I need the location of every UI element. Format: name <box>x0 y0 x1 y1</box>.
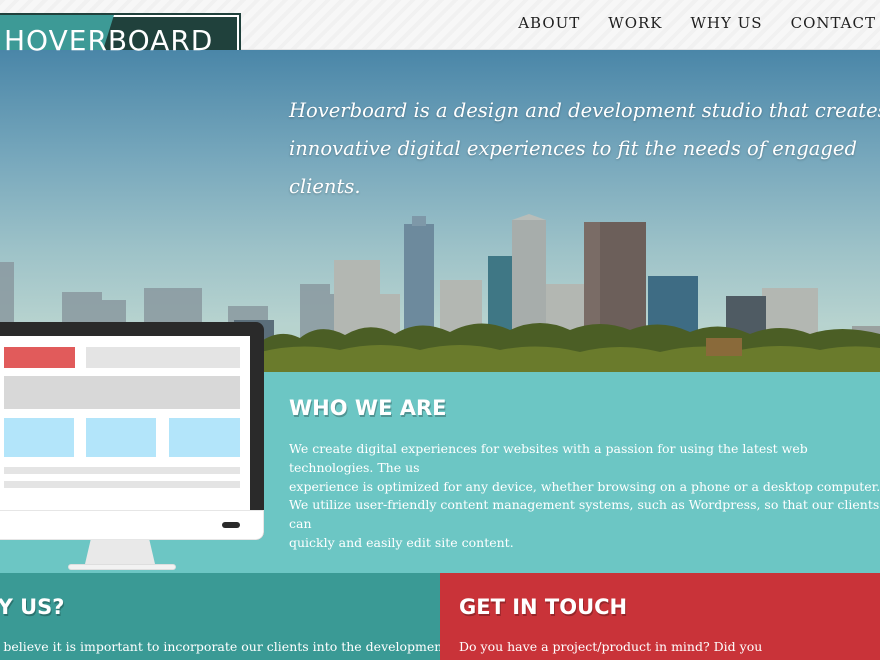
paragraph-line: We utilize user-friendly content managem… <box>289 497 880 531</box>
mock-card <box>4 418 74 457</box>
mock-text-line <box>4 467 240 474</box>
site-header: HOVERBOARD ABOUT WORK WHY US CONTACT <box>0 0 880 67</box>
monitor-screen <box>0 336 250 510</box>
who-we-are-paragraph-1: We create digital experiences for websit… <box>289 439 880 496</box>
mock-card <box>86 418 156 457</box>
who-we-are-heading: WHO WE ARE <box>289 396 447 420</box>
mock-text-line <box>4 481 240 488</box>
why-us-heading: HY US? <box>0 595 65 619</box>
nav-about[interactable]: ABOUT <box>518 14 580 32</box>
nav-contact[interactable]: CONTACT <box>791 14 876 32</box>
paragraph-line: experience is optimized for any device, … <box>289 479 880 494</box>
paragraph-line: We create digital experiences for websit… <box>289 441 808 475</box>
why-us-section: HY US? e believe it is important to inco… <box>0 573 448 660</box>
paragraph-line: quickly and easily edit site content. <box>289 535 514 550</box>
hero-tagline-line-1: Hoverboard is a design and development s… <box>289 99 880 122</box>
get-in-touch-section: GET IN TOUCH Do you have a project/produ… <box>440 573 880 660</box>
monitor-power-button <box>222 522 240 528</box>
desktop-monitor-illustration <box>0 322 270 574</box>
monitor-stand <box>85 540 155 564</box>
mock-card <box>169 418 240 457</box>
mock-red-block <box>4 347 75 368</box>
get-in-touch-text: Do you have a project/product in mind? D… <box>459 639 763 654</box>
logo-text[interactable]: HOVERBOARD <box>0 24 213 57</box>
mock-banner <box>4 376 240 409</box>
get-in-touch-heading: GET IN TOUCH <box>459 595 628 619</box>
hero-tagline: Hoverboard is a design and development s… <box>289 92 880 206</box>
hero-tagline-line-2: innovative digital experiences to fit th… <box>289 137 857 198</box>
why-us-text: e believe it is important to incorporate… <box>0 639 448 654</box>
mock-nav-bar <box>86 347 240 368</box>
main-nav: ABOUT WORK WHY US CONTACT <box>518 14 876 32</box>
monitor-base <box>68 564 176 570</box>
nav-why-us[interactable]: WHY US <box>691 14 763 32</box>
who-we-are-paragraph-2: We utilize user-friendly content managem… <box>289 495 880 552</box>
nav-work[interactable]: WORK <box>608 14 662 32</box>
